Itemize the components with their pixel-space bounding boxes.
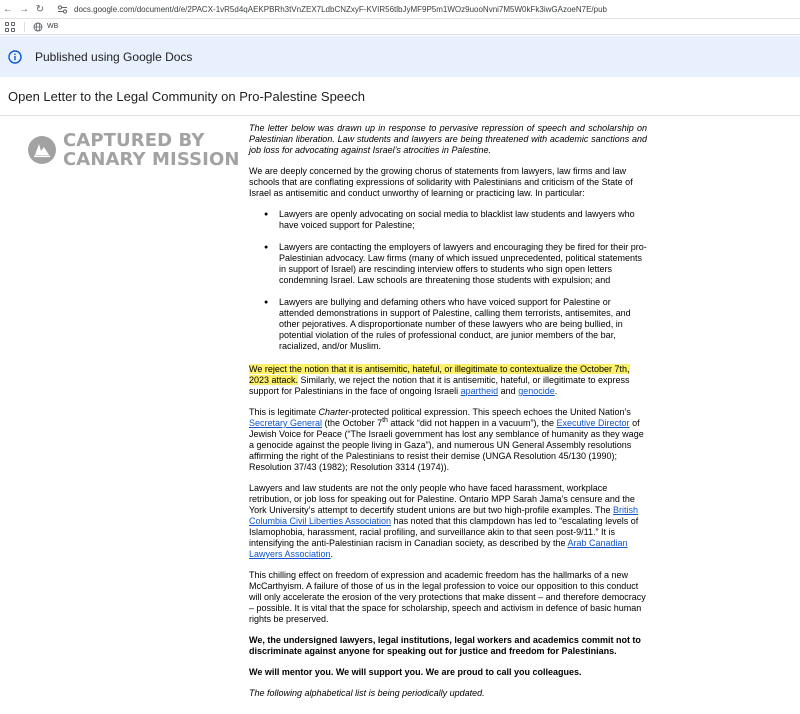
text-span: and [498, 386, 519, 396]
forward-arrow-icon[interactable]: → [16, 0, 32, 19]
paragraph-commitment: We, the undersigned lawyers, legal insti… [249, 635, 641, 656]
paragraph-legitimate: This is legitimate Charter-protected pol… [249, 407, 647, 473]
list-item: Lawyers are openly advocating on social … [249, 209, 647, 231]
paragraph-list-note: The following alphabetical list is being… [249, 688, 485, 698]
intro-paragraph: The letter below was drawn up in respons… [249, 123, 647, 155]
text-span: . [330, 549, 334, 559]
text-charter: Charter [318, 407, 349, 417]
concern-list: Lawyers are openly advocating on social … [249, 209, 647, 352]
paragraph-concern: We are deeply concerned by the growing c… [249, 166, 633, 198]
text-span: Lawyers and law students are not the onl… [249, 483, 635, 515]
paragraph-support: We will mentor you. We will support you.… [249, 667, 582, 677]
apps-grid-icon[interactable] [5, 21, 15, 32]
link-genocide[interactable]: genocide [518, 386, 555, 396]
reload-icon[interactable]: ↻ [32, 0, 48, 19]
browser-toolbar: ← → ↻ docs.google.com/document/d/e/2PACX… [0, 0, 800, 19]
text-span: . [554, 386, 558, 396]
paragraph-reject: We reject the notion that it is antisemi… [249, 364, 647, 397]
bookmark-divider [24, 21, 25, 32]
site-settings-icon[interactable] [56, 3, 68, 15]
link-executive-director[interactable]: Executive Director [557, 418, 630, 428]
link-apartheid[interactable]: apartheid [461, 386, 499, 396]
document-body: The letter below was drawn up in respons… [249, 123, 647, 709]
bookmark-label: WB [47, 23, 59, 30]
globe-icon [33, 22, 43, 31]
link-secretary-general[interactable]: Secretary General [249, 418, 322, 428]
bookmark-wb[interactable]: WB [33, 22, 58, 32]
text-span: -protected political expression. This sp… [348, 407, 631, 417]
watermark-text: CAPTURED BY CANARY MISSION [63, 131, 240, 169]
address-bar[interactable]: docs.google.com/document/d/e/2PACX-1vR5d… [74, 5, 607, 14]
paragraph-chilling-effect: This chilling effect on freedom of expre… [249, 570, 646, 624]
canary-logo-icon [28, 136, 56, 164]
text-span: Similarly, we reject the notion that it … [249, 375, 630, 396]
text-span: (the October 7 [322, 418, 383, 428]
document-header: Open Letter to the Legal Community on Pr… [0, 77, 800, 116]
watermark-line-2: CANARY MISSION [63, 149, 240, 170]
watermark-line-1: CAPTURED BY [63, 130, 205, 151]
bookmarks-bar: WB [0, 19, 800, 35]
published-text: Published using Google Docs [35, 49, 193, 64]
published-banner: Published using Google Docs [0, 36, 800, 77]
list-item: Lawyers are bullying and defaming others… [249, 297, 647, 352]
list-item: Lawyers are contacting the employers of … [249, 242, 647, 286]
back-arrow-icon[interactable]: ← [0, 0, 16, 19]
paragraph-harassment: Lawyers and law students are not the onl… [249, 483, 647, 560]
document-title: Open Letter to the Legal Community on Pr… [8, 88, 365, 104]
info-icon[interactable] [8, 49, 22, 64]
watermark: CAPTURED BY CANARY MISSION [27, 131, 240, 169]
text-span: This is legitimate [249, 407, 319, 417]
text-span: attack “did not happen in a vacuum”), th… [387, 418, 557, 428]
